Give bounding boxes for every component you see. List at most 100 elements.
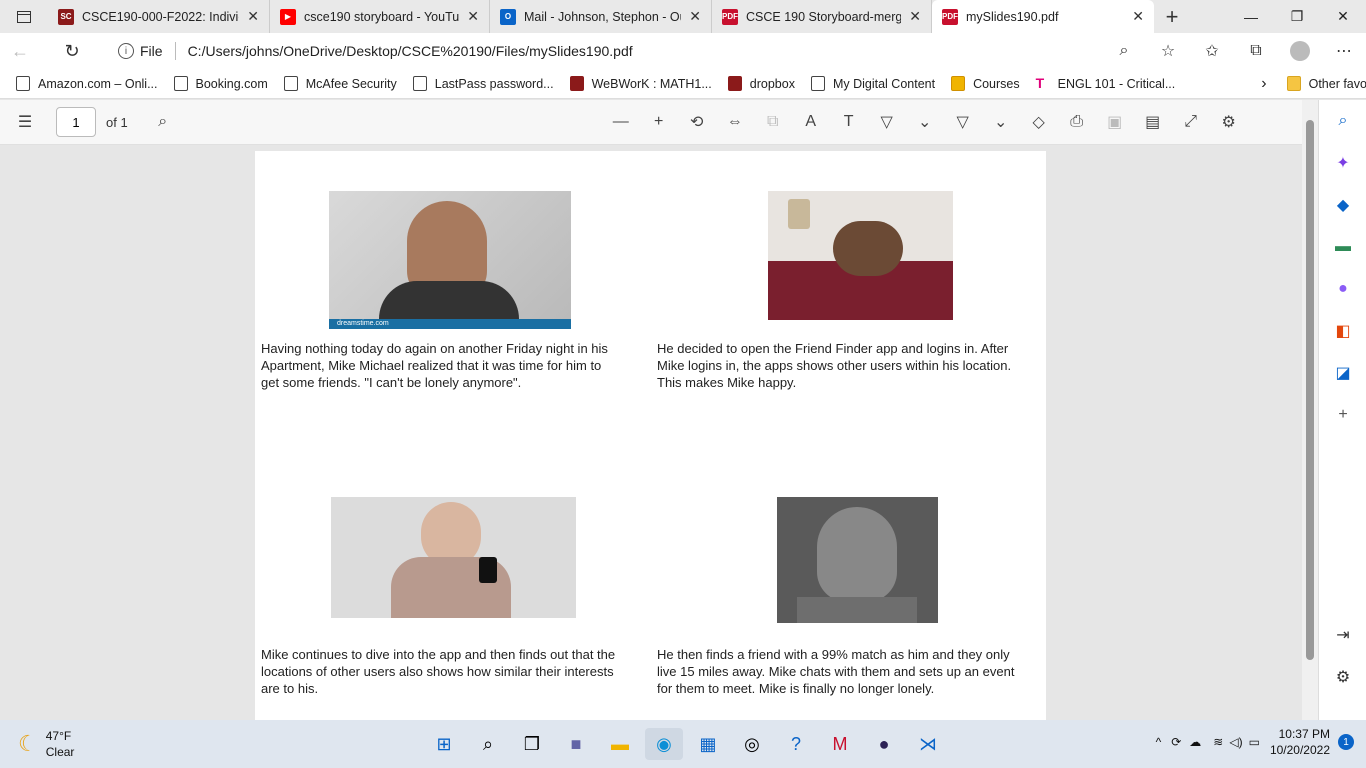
more-icon[interactable]: ⋯ [1322, 41, 1366, 61]
bookmark-booking[interactable]: Booking.com [173, 76, 268, 91]
bookmark-lastpass[interactable]: LastPass password... [412, 76, 554, 91]
close-window-button[interactable]: ✕ [1320, 0, 1366, 33]
bookmark-webwork[interactable]: WeBWorK : MATH1... [569, 76, 712, 91]
chevron-up-icon[interactable]: ^ [1156, 735, 1162, 749]
cloud-icon[interactable]: ☁ [1189, 735, 1201, 749]
zoom-icon[interactable]: ⌕ [1102, 42, 1146, 60]
page-icon [412, 76, 427, 91]
weather-widget[interactable]: ☾ 47°F Clear [18, 728, 74, 760]
start-icon[interactable]: ⊞ [425, 728, 463, 760]
save-icon[interactable]: ▣ [1096, 112, 1134, 132]
volume-icon[interactable]: ◁) [1229, 735, 1242, 749]
edge-sidebar: ⌕ ✦ ◆ ▬ ● ◧ ◪ + ⇥ ⚙ [1318, 100, 1366, 720]
settings-icon[interactable]: ⚙ [1210, 112, 1248, 132]
collections-icon[interactable]: ⧉ [1234, 42, 1278, 60]
chevron-down-icon[interactable]: ⌄ [906, 112, 944, 132]
page-icon [810, 76, 825, 91]
minimize-button[interactable]: — [1228, 0, 1274, 33]
add-favorite-icon[interactable]: ☆ [1146, 41, 1190, 61]
back-button[interactable]: ← [0, 33, 40, 69]
scrollbar-thumb[interactable] [1306, 120, 1314, 660]
bookmark-digital-content[interactable]: My Digital Content [810, 76, 935, 91]
outlook-icon[interactable]: ◪ [1319, 352, 1366, 394]
office-icon[interactable]: ◧ [1319, 310, 1366, 352]
bookmark-courses[interactable]: Courses [951, 76, 1020, 91]
wifi-icon[interactable]: ≋ [1213, 735, 1223, 749]
address-bar-row: ← ↻ i File C:/Users/johns/OneDrive/Deskt… [0, 33, 1366, 69]
info-icon[interactable]: i [118, 43, 134, 59]
page-icon [283, 76, 298, 91]
add-icon[interactable]: + [1319, 394, 1366, 436]
search-icon[interactable]: ⌕ [1319, 100, 1366, 142]
bookmark-engl101[interactable]: T ENGL 101 - Critical... [1036, 76, 1176, 91]
tab-youtube[interactable]: ▶ csce190 storyboard - YouTub ✕ [270, 0, 490, 33]
save-as-icon[interactable]: ▤ [1134, 112, 1172, 132]
vscode-icon[interactable]: ⋊ [909, 728, 947, 760]
eclipse-icon[interactable]: ● [865, 728, 903, 760]
refresh-button[interactable]: ↻ [52, 33, 92, 69]
zoom-out-icon[interactable]: — [602, 113, 640, 131]
zoom-in-icon[interactable]: + [640, 113, 678, 131]
close-tab-icon[interactable]: ✕ [467, 8, 479, 25]
search-icon[interactable]: ⌕ [144, 113, 182, 131]
add-text-icon[interactable]: T [830, 113, 868, 131]
sparkle-icon[interactable]: ✦ [1319, 142, 1366, 184]
tab-myslides-pdf[interactable]: PDF mySlides190.pdf ✕ [932, 0, 1154, 33]
print-icon[interactable]: ⎙ [1058, 113, 1096, 131]
bookmark-amazon[interactable]: Amazon.com – Onli... [16, 76, 158, 91]
bookmark-mcafee[interactable]: McAfee Security [283, 76, 397, 91]
tab-storyboard-pdf[interactable]: PDF CSCE 190 Storyboard-merge ✕ [712, 0, 932, 33]
url-text[interactable]: C:/Users/johns/OneDrive/Desktop/CSCE%201… [188, 43, 633, 59]
file-explorer-icon[interactable]: ▬ [601, 728, 639, 760]
profile-avatar[interactable] [1278, 41, 1322, 61]
tag-icon[interactable]: ◆ [1319, 184, 1366, 226]
help-icon[interactable]: ? [777, 728, 815, 760]
draw-icon[interactable]: ▽ [868, 112, 906, 132]
read-aloud-icon[interactable]: A [792, 113, 830, 131]
favorites-bar: Amazon.com – Onli... Booking.com McAfee … [0, 69, 1366, 99]
fit-page-icon[interactable]: ⇔ [716, 113, 754, 131]
hide-sidebar-icon[interactable]: ⇥ [1319, 614, 1366, 656]
notification-badge[interactable]: 1 [1338, 734, 1354, 750]
page-view-icon[interactable]: ⧉ [754, 113, 792, 131]
battery-icon[interactable]: ▭ [1249, 735, 1260, 749]
vertical-scrollbar[interactable] [1302, 100, 1318, 720]
search-icon[interactable]: ⌕ [469, 728, 507, 760]
close-tab-icon[interactable]: ✕ [689, 8, 701, 25]
favorites-icon[interactable]: ✩ [1190, 41, 1234, 61]
store-icon[interactable]: ▦ [689, 728, 727, 760]
highlight-icon[interactable]: ▽ [944, 112, 982, 132]
page-number-input[interactable]: 1 [56, 107, 96, 137]
webwork-icon [569, 76, 584, 91]
address-bar[interactable]: i File C:/Users/johns/OneDrive/Desktop/C… [106, 36, 1172, 66]
tab-outlook-mail[interactable]: O Mail - Johnson, Stephon - Ou ✕ [490, 0, 712, 33]
games-icon[interactable]: ● [1319, 268, 1366, 310]
contents-icon[interactable]: ☰ [6, 112, 44, 132]
chevron-right-icon[interactable]: › [1261, 75, 1266, 93]
chat-icon[interactable]: ■ [557, 728, 595, 760]
bookmark-dropbox[interactable]: dropbox [727, 76, 795, 91]
new-tab-button[interactable]: + [1154, 0, 1190, 33]
settings-icon[interactable]: ⚙ [1319, 656, 1366, 698]
caption-1: Having nothing today do again on another… [261, 341, 608, 390]
edge-icon[interactable]: ◉ [645, 728, 683, 760]
close-tab-icon[interactable]: ✕ [909, 8, 921, 25]
eraser-icon[interactable]: ◇ [1020, 112, 1058, 132]
close-tab-icon[interactable]: ✕ [247, 8, 259, 25]
close-tab-icon[interactable]: ✕ [1132, 8, 1144, 25]
chevron-down-icon[interactable]: ⌄ [982, 112, 1020, 132]
mcafee-icon[interactable]: M [821, 728, 859, 760]
briefcase-icon[interactable]: ▬ [1319, 226, 1366, 268]
restore-button[interactable]: ❐ [1274, 0, 1320, 33]
other-favorites[interactable]: Other favorites [1286, 76, 1366, 91]
fullscreen-icon[interactable]: ⤢ [1172, 113, 1210, 131]
sync-icon[interactable]: ⟳ [1171, 735, 1181, 749]
tab-csce190-course[interactable]: SC CSCE190-000-F2022: Individu ✕ [48, 0, 270, 33]
clock[interactable]: 10:37 PM 10/20/2022 [1270, 726, 1330, 758]
pdf-toolbar: ☰ 1 of 1 ⌕ — + ⟲ ⇔ ⧉ A T ▽ ⌄ ▽ ⌄ ◇ ⎙ ▣ ▤… [0, 100, 1318, 145]
tab-actions-icon[interactable] [0, 0, 48, 33]
app-icon[interactable]: ◎ [733, 728, 771, 760]
rotate-icon[interactable]: ⟲ [678, 112, 716, 132]
task-view-icon[interactable]: ❐ [513, 728, 551, 760]
usc-icon [727, 76, 742, 91]
